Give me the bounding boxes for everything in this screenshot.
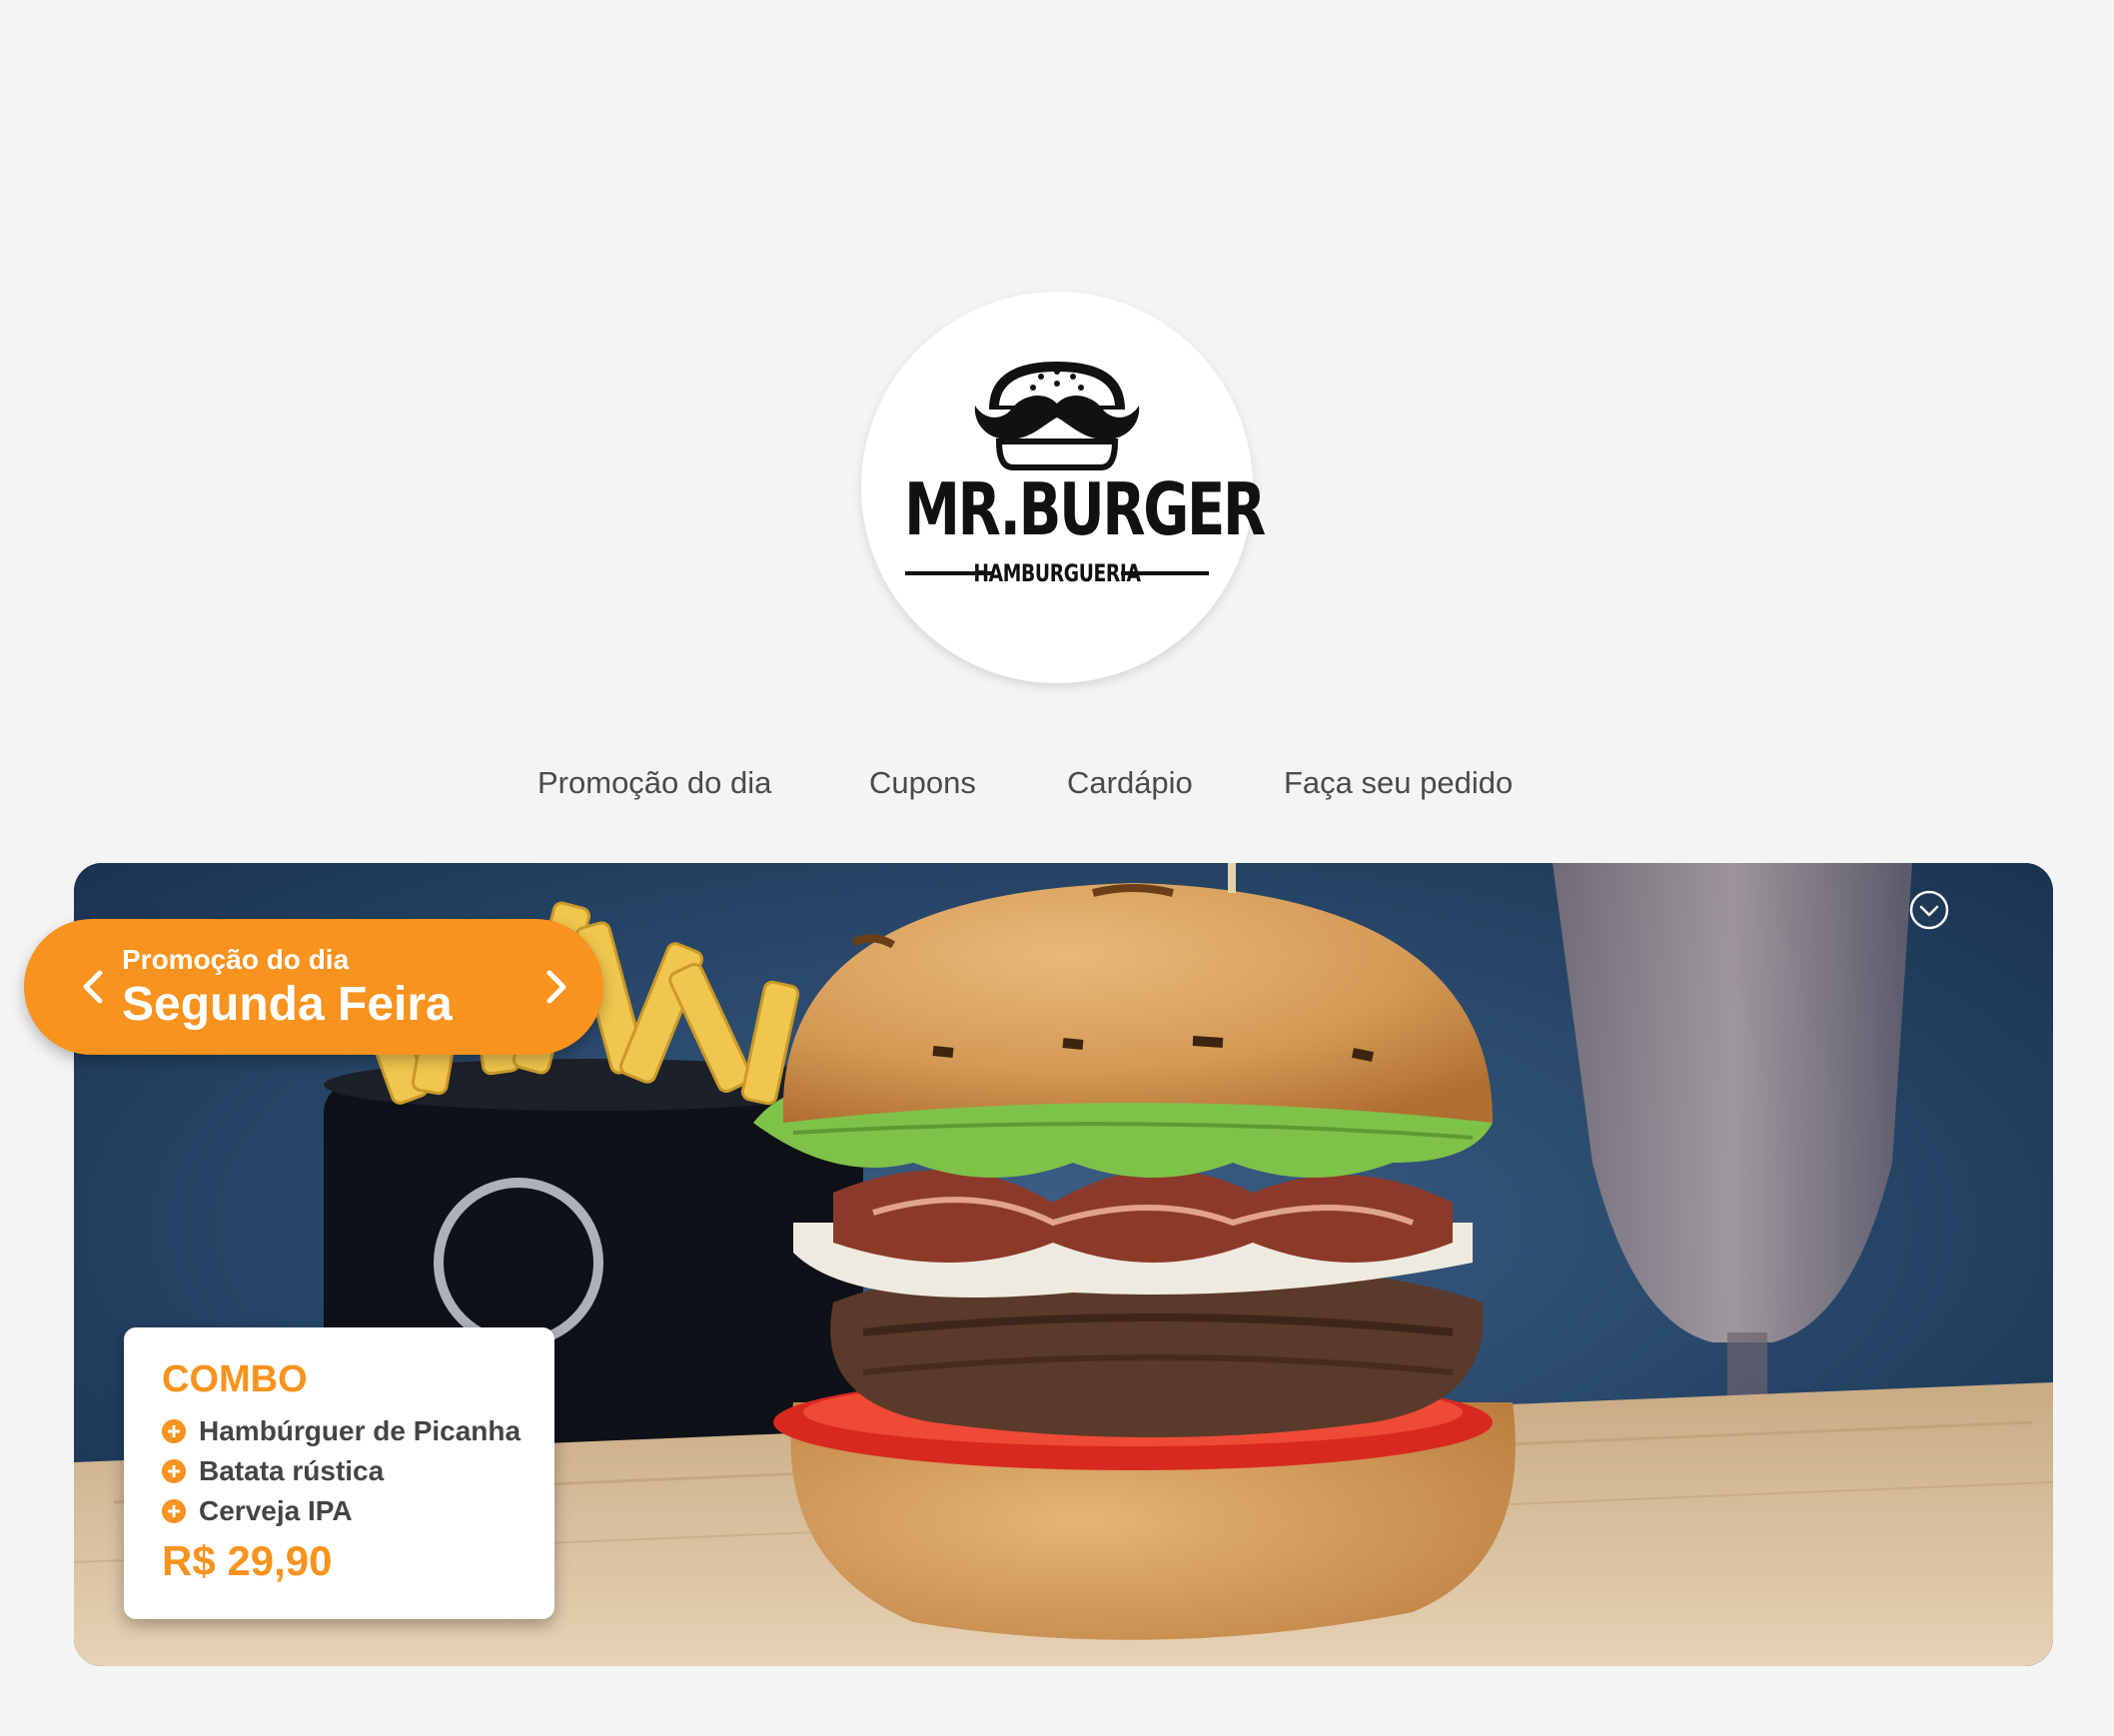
combo-title: COMBO: [162, 1358, 308, 1400]
main-nav: Promoção do dia Cupons Cardápio Faça seu…: [0, 761, 2114, 805]
plus-circle-icon: [162, 1419, 186, 1443]
chevron-down-circle-icon: [1909, 890, 1949, 930]
combo-price: R$ 29,90: [162, 1537, 333, 1584]
plus-circle-icon: [162, 1499, 186, 1523]
promo-section-label: Promoção do dia: [122, 944, 350, 975]
chevron-right-icon: [546, 970, 566, 1004]
combo-item-name: Batata rústica: [199, 1455, 385, 1486]
brand-tagline: HAMBURGUERIA: [973, 559, 1141, 587]
chevron-left-icon: [83, 970, 103, 1004]
promo-day-selector: Promoção do dia Segunda Feira: [24, 919, 603, 1055]
combo-item: Batata rústica: [162, 1451, 521, 1491]
nav-item-promocao-do-dia[interactable]: Promoção do dia: [537, 761, 771, 805]
combo-item: Hambúrguer de Picanha: [162, 1411, 521, 1451]
nav-item-faca-seu-pedido[interactable]: Faça seu pedido: [1284, 761, 1513, 805]
nav-item-cardapio[interactable]: Cardápio: [1067, 761, 1193, 805]
combo-item-list: Hambúrguer de Picanha Batata rústica Cer…: [162, 1411, 521, 1531]
brand-logo[interactable]: MR.BURGER HAMBURGUERIA: [861, 292, 1266, 683]
nav-item-cupons[interactable]: Cupons: [869, 761, 976, 805]
expand-button[interactable]: [1909, 890, 1949, 930]
combo-card: COMBO Hambúrguer de Picanha Batata rústi…: [124, 1327, 554, 1619]
combo-item-name: Hambúrguer de Picanha: [199, 1415, 522, 1446]
prev-day-button[interactable]: [68, 961, 118, 1013]
brand-name: MR.BURGER: [904, 467, 1266, 551]
plus-circle-icon: [162, 1459, 186, 1483]
next-day-button[interactable]: [531, 961, 581, 1013]
combo-item-name: Cerveja IPA: [199, 1495, 353, 1526]
combo-item: Cerveja IPA: [162, 1491, 521, 1531]
promo-day-title: Segunda Feira: [122, 978, 453, 1031]
